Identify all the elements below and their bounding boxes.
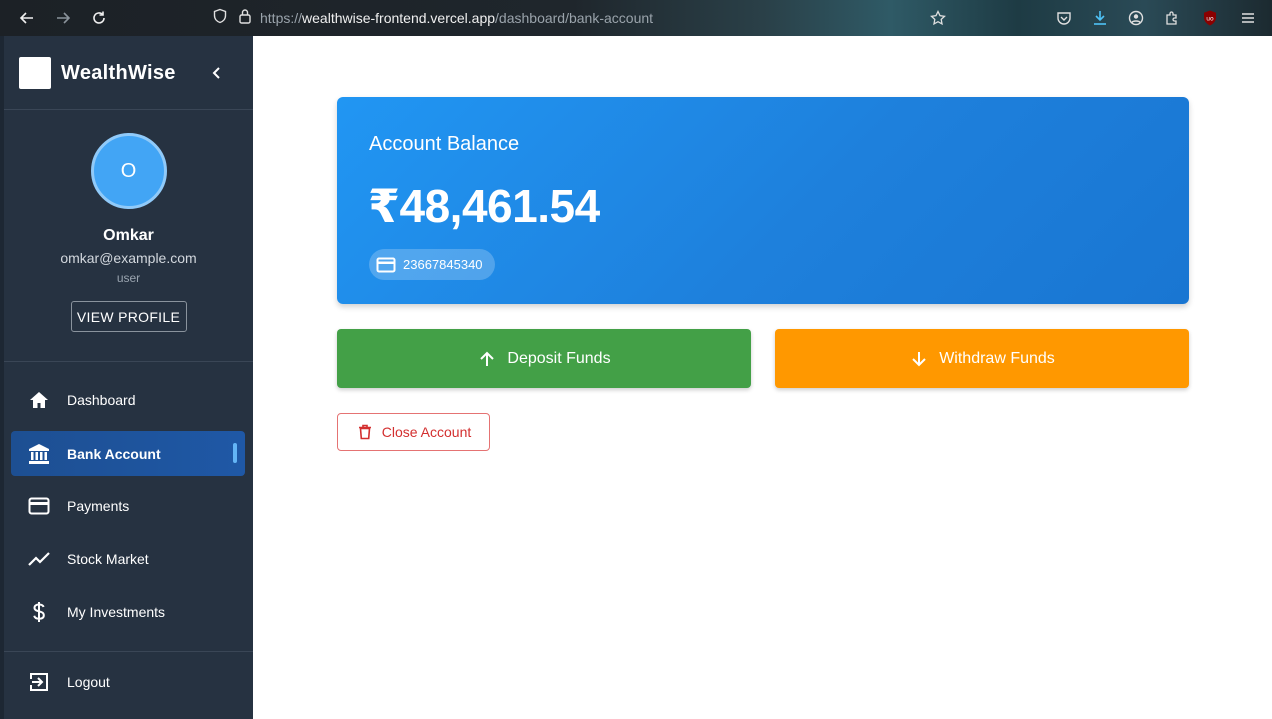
profile-name: Omkar (103, 227, 154, 244)
profile-email: omkar@example.com (60, 250, 197, 266)
divider (4, 651, 253, 652)
avatar[interactable]: O (90, 133, 167, 209)
divider (4, 361, 253, 362)
account-icon[interactable] (1124, 6, 1148, 30)
sidebar-item-my-investments[interactable]: My Investments (11, 589, 245, 634)
download-icon[interactable] (1088, 6, 1112, 30)
address-bar[interactable]: https://wealthwise-frontend.vercel.app/d… (212, 6, 653, 30)
ublock-badge: uo (1206, 16, 1214, 23)
shield-icon[interactable] (212, 8, 228, 29)
sidebar-item-label: Payments (67, 497, 130, 514)
arrow-down-icon (909, 349, 929, 369)
withdraw-funds-label: Withdraw Funds (939, 349, 1055, 367)
url-prefix: https:// (260, 10, 303, 26)
chevron-left-icon[interactable] (206, 62, 228, 84)
arrow-up-icon (477, 349, 497, 369)
url-text: https://wealthwise-frontend.vercel.app/d… (260, 10, 653, 26)
balance-card: Account Balance ₹48,461.54 23667845340 (337, 97, 1189, 304)
browser-toolbar: https://wealthwise-frontend.vercel.app/d… (0, 0, 1272, 36)
sidebar-item-bank-account[interactable]: Bank Account (11, 431, 245, 476)
deposit-funds-label: Deposit Funds (507, 349, 611, 367)
pocket-icon[interactable] (1052, 6, 1076, 30)
sidebar-item-payments[interactable]: Payments (11, 483, 245, 528)
credit-card-icon (375, 254, 397, 276)
forward-icon[interactable] (51, 6, 75, 30)
url-path: /dashboard/bank-account (495, 10, 654, 26)
divider (4, 109, 253, 110)
brand[interactable]: WealthWise (19, 57, 176, 89)
brand-name: WealthWise (61, 61, 176, 84)
account-number-chip: 23667845340 (369, 249, 495, 280)
sidebar-item-label: Stock Market (67, 550, 149, 567)
sidebar-item-stock-market[interactable]: Stock Market (11, 536, 245, 581)
lock-icon[interactable] (238, 8, 252, 29)
account-number: 23667845340 (403, 257, 483, 272)
sidebar-item-dashboard[interactable]: Dashboard (11, 377, 245, 422)
reload-icon[interactable] (87, 6, 111, 30)
balance-label: Account Balance (369, 133, 520, 155)
sidebar-item-label: My Investments (67, 603, 166, 620)
trending-up-icon (27, 547, 51, 571)
close-account-button[interactable]: Close Account (337, 413, 490, 451)
url-host: wealthwise-frontend.vercel.app (302, 10, 496, 26)
close-account-label: Close Account (381, 424, 472, 440)
sidebar-edge (0, 36, 4, 719)
balance-amount: ₹48,461.54 (368, 180, 600, 232)
ublock-icon[interactable]: uo (1198, 6, 1222, 30)
extensions-icon[interactable] (1160, 6, 1184, 30)
logout-button[interactable]: Logout (11, 659, 245, 704)
brand-logo (19, 57, 51, 89)
deposit-funds-button[interactable]: Deposit Funds (337, 329, 751, 388)
home-icon (27, 388, 51, 412)
profile-section: O Omkar omkar@example.com user VIEW PROF… (4, 133, 253, 332)
logout-label: Logout (67, 673, 110, 690)
sidebar-item-label: Bank Account (67, 445, 161, 462)
view-profile-button[interactable]: VIEW PROFILE (70, 301, 187, 332)
dollar-icon (27, 600, 51, 624)
withdraw-funds-button[interactable]: Withdraw Funds (775, 329, 1189, 388)
logout-icon (27, 670, 51, 694)
back-icon[interactable] (15, 6, 39, 30)
active-indicator (233, 443, 237, 463)
profile-role: user (116, 271, 141, 285)
trash-icon (356, 423, 374, 441)
credit-card-icon (27, 494, 51, 518)
menu-icon[interactable] (1236, 6, 1260, 30)
star-icon[interactable] (926, 6, 950, 30)
sidebar: WealthWise O Omkar omkar@example.com use… (0, 36, 253, 719)
bank-icon (27, 442, 51, 466)
sidebar-item-label: Dashboard (67, 391, 136, 408)
